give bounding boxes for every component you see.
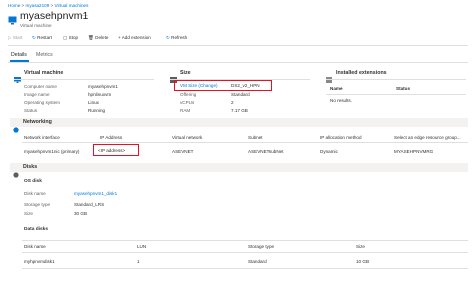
extensions-section-divider <box>326 79 466 80</box>
more-options-icon[interactable]: ... <box>82 11 88 18</box>
page-subtitle: Virtual machine <box>20 23 52 28</box>
size-section-title: Size <box>180 70 191 76</box>
play-icon: ▷ <box>8 35 12 40</box>
data-disk-size-value: 10 GB <box>356 259 370 264</box>
os-disk-name-label: Disk name <box>24 191 46 196</box>
vm-section-divider <box>14 79 154 80</box>
os-size-label: Size <box>24 211 33 216</box>
operating-system-label: Operating system <box>24 100 60 105</box>
os-storage-type-value: Standard_LRS <box>74 202 105 207</box>
os-storage-type-label: Storage type <box>24 202 51 207</box>
breadcrumb-separator: > <box>21 3 25 8</box>
vm-section-icon <box>14 70 21 83</box>
ip-address-value: <IP address> <box>98 147 126 153</box>
breadcrumb-separator: > <box>50 3 54 8</box>
networking-header-divider <box>22 142 468 143</box>
data-disks-col-size: Size <box>356 244 365 249</box>
size-section-icon <box>170 70 177 83</box>
data-disks-top-divider <box>22 240 468 241</box>
networking-section-header <box>10 118 468 127</box>
computer-name-value: myasehpnvm1 <box>88 84 118 89</box>
toolbar: ▷ Start ↻ Restart ▢ Stop 🗑 Delete + Add … <box>8 35 208 43</box>
networking-col-allocation: IP allocation method <box>320 135 362 140</box>
tabs-divider <box>8 62 468 63</box>
vcpus-value: 2 <box>231 100 234 105</box>
tab-metrics[interactable]: Metrics <box>36 52 53 58</box>
tab-details[interactable]: Details <box>11 52 27 58</box>
offering-value: Standard <box>231 92 250 97</box>
vm-section-title: Virtual machine <box>24 70 64 76</box>
extensions-section-icon <box>326 70 332 83</box>
data-disk-name-value: myhpnvmdisk1 <box>24 259 55 264</box>
network-interface-value[interactable]: myasehpnvm1nic (primary) <box>24 149 79 154</box>
edge-resource-group-value: MYASEHPNVMRG <box>394 149 434 154</box>
disk-icon <box>13 165 19 178</box>
image-name-value: hpnlinuxvm <box>88 92 112 97</box>
networking-col-subnet: Subnet <box>248 135 263 140</box>
data-disk-storage-value: Standard <box>248 259 267 264</box>
networking-icon <box>13 120 19 133</box>
breadcrumb: Home > myasa2109 > Virtual machines <box>8 3 88 8</box>
data-disks-col-lun: LUN <box>137 244 147 249</box>
refresh-icon: ↻ <box>166 35 170 40</box>
operating-system-value: Linux <box>88 100 99 105</box>
add-extension-button[interactable]: + Add extension <box>118 35 151 40</box>
ram-value: 7.17 GB <box>231 108 248 113</box>
data-disk-lun-value: 1 <box>137 259 140 264</box>
virtual-network-value: ASEVNET <box>172 149 194 154</box>
vm-icon <box>8 12 17 25</box>
stop-icon: ▢ <box>63 35 68 40</box>
delete-button[interactable]: 🗑 Delete <box>88 35 108 41</box>
extensions-col-name: Name <box>330 86 343 91</box>
breadcrumb-virtual-machines[interactable]: Virtual machines <box>55 3 89 8</box>
breadcrumb-home[interactable]: Home <box>8 3 20 8</box>
toolbar-divider <box>8 45 468 46</box>
ram-label: RAM <box>180 108 191 113</box>
disks-section-title: Disks <box>23 164 38 170</box>
offering-label: Offering <box>180 92 197 97</box>
plus-icon: + <box>118 35 121 40</box>
breadcrumb-resource[interactable]: myasa2109 <box>26 3 50 8</box>
vm-size-value: DS2_v2_HPN <box>231 83 260 88</box>
data-disks-col-name: Disk name <box>24 244 46 249</box>
networking-col-interface: Network interface <box>24 135 60 140</box>
extensions-section-title: Installed extensions <box>336 70 387 76</box>
data-disks-col-storage: Storage type <box>248 244 275 249</box>
restart-icon: ↻ <box>32 35 36 40</box>
image-name-label: Image name <box>24 92 50 97</box>
extensions-empty-message: No results. <box>330 98 352 103</box>
disks-section-header <box>10 163 468 172</box>
os-size-value: 30 GB <box>74 211 88 216</box>
computer-name-label: Computer name <box>24 84 57 89</box>
networking-col-ip: IP Address <box>100 135 123 140</box>
vm-size-change-link[interactable]: VM Size (Change) <box>180 83 218 88</box>
data-disks-title: Data disks <box>24 227 48 232</box>
page-title: myasehpnvm1 <box>20 10 89 22</box>
trash-icon: 🗑 <box>88 35 94 40</box>
refresh-button[interactable]: ↻ Refresh <box>166 35 187 41</box>
os-disk-title: OS disk <box>24 179 42 184</box>
subnet-value: ASEVNETsubNet <box>248 149 284 154</box>
ip-allocation-value: Dynamic <box>320 149 338 154</box>
networking-col-edge-rg: Select an edge resource group... <box>394 135 461 140</box>
data-disks-header-divider <box>22 252 468 253</box>
start-button[interactable]: ▷ Start <box>8 35 23 41</box>
restart-button[interactable]: ↻ Restart <box>32 35 52 41</box>
networking-col-vnet: Virtual network <box>172 135 203 140</box>
stop-button[interactable]: ▢ Stop <box>63 35 78 41</box>
vcpus-label: vCPUs <box>180 100 195 105</box>
status-label: Status <box>24 108 38 113</box>
extensions-header-divider <box>326 94 466 95</box>
status-value: Running <box>88 108 106 113</box>
extensions-col-status: Status <box>396 86 411 91</box>
data-disks-bottom-divider <box>22 268 468 269</box>
os-disk-name-value[interactable]: myasehpnvm1_disk1 <box>74 191 117 196</box>
networking-section-title: Networking <box>23 119 52 125</box>
